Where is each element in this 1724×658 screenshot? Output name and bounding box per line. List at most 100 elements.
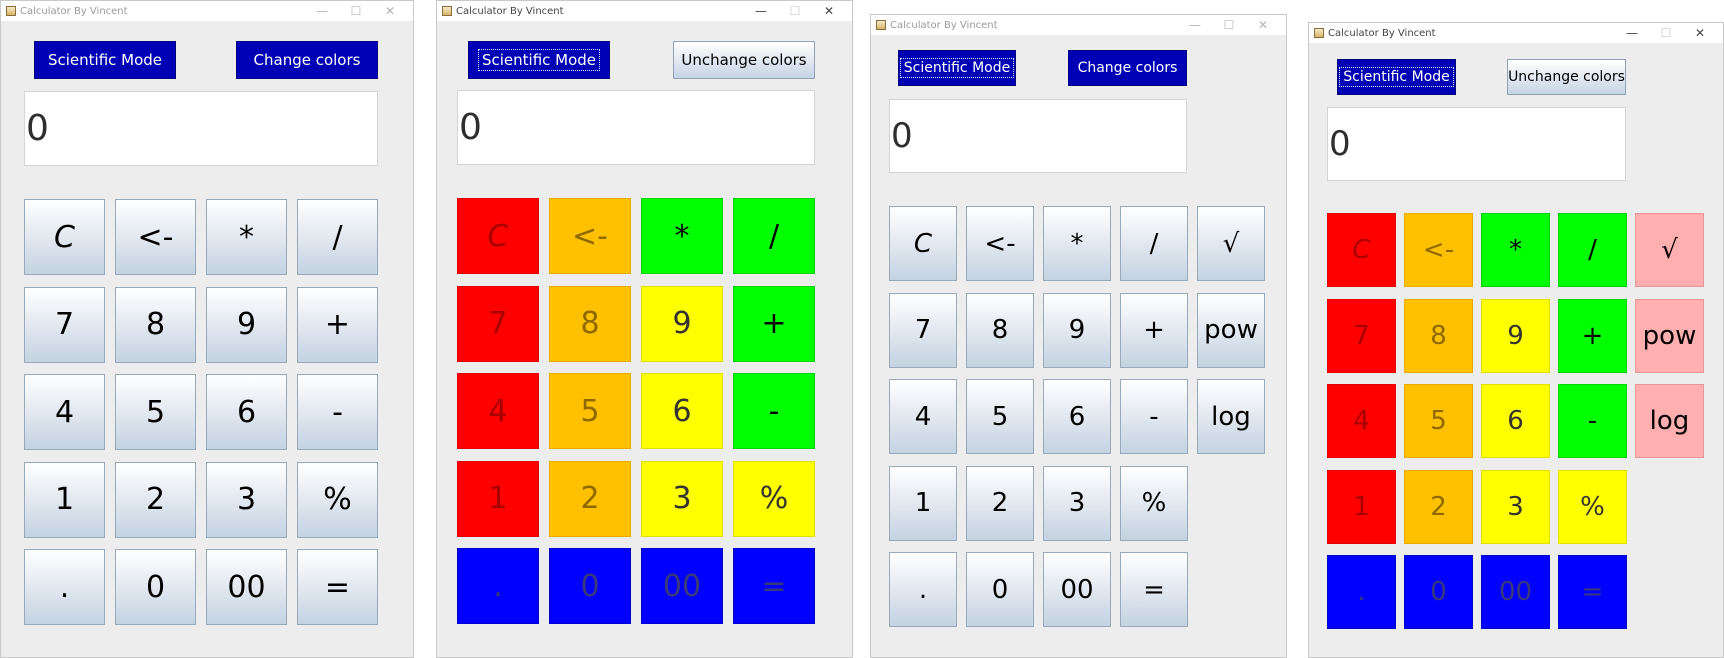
key-6-button[interactable]: 6: [1043, 379, 1111, 454]
display-field[interactable]: 0: [889, 99, 1187, 173]
display-field[interactable]: 0: [24, 91, 378, 166]
maximize-icon[interactable]: ☐: [1649, 26, 1683, 40]
key-divide-button[interactable]: /: [297, 199, 378, 275]
key-sqrt-button[interactable]: √: [1635, 213, 1704, 287]
key-subtract-button[interactable]: -: [733, 373, 815, 449]
maximize-icon[interactable]: ☐: [1212, 18, 1246, 32]
key-4-button[interactable]: 4: [24, 374, 105, 450]
key-divide-button[interactable]: /: [1120, 206, 1188, 281]
key-equals-button[interactable]: =: [1120, 552, 1188, 627]
key-pow-button[interactable]: pow: [1635, 298, 1704, 373]
key-7-button[interactable]: 7: [889, 292, 957, 368]
key-2-button[interactable]: 2: [115, 461, 196, 538]
key-add-button[interactable]: +: [297, 286, 378, 363]
key-4-button[interactable]: 4: [1327, 384, 1396, 458]
key-add-button[interactable]: +: [733, 285, 815, 362]
unchange-colors-button[interactable]: Unchange colors: [673, 41, 815, 79]
display-field[interactable]: 0: [457, 90, 815, 165]
key-9-button[interactable]: 9: [206, 286, 287, 363]
key-percent-button[interactable]: %: [1120, 465, 1188, 541]
key-8-button[interactable]: 8: [966, 292, 1034, 368]
title-bar[interactable]: Calculator By Vincent — ☐ ✕: [1309, 23, 1723, 43]
title-bar[interactable]: Calculator By Vincent — ☐ ✕: [871, 15, 1286, 35]
unchange-colors-button[interactable]: Unchange colors: [1507, 59, 1626, 95]
change-colors-button[interactable]: Change colors: [1068, 50, 1187, 86]
minimize-icon[interactable]: —: [305, 4, 339, 18]
key-1-button[interactable]: 1: [889, 465, 957, 541]
key-multiply-button[interactable]: *: [1043, 206, 1111, 281]
key-4-button[interactable]: 4: [457, 373, 539, 449]
key-double-zero-button[interactable]: 00: [206, 549, 287, 625]
key-5-button[interactable]: 5: [115, 374, 196, 450]
key-clear-button[interactable]: C: [457, 198, 539, 274]
maximize-icon[interactable]: ☐: [778, 4, 812, 18]
key-9-button[interactable]: 9: [1043, 292, 1111, 368]
key-decimal-button[interactable]: .: [457, 548, 539, 624]
key-multiply-button[interactable]: *: [206, 199, 287, 275]
key-add-button[interactable]: +: [1120, 292, 1188, 368]
key-6-button[interactable]: 6: [1481, 384, 1550, 458]
key-divide-button[interactable]: /: [733, 198, 815, 274]
key-clear-button[interactable]: C: [1327, 213, 1396, 287]
key-multiply-button[interactable]: *: [641, 198, 723, 274]
key-pow-button[interactable]: pow: [1197, 292, 1265, 368]
key-double-zero-button[interactable]: 00: [641, 548, 723, 624]
key-backspace-button[interactable]: <-: [115, 199, 196, 275]
key-3-button[interactable]: 3: [1043, 465, 1111, 541]
key-8-button[interactable]: 8: [115, 286, 196, 363]
key-decimal-button[interactable]: .: [889, 552, 957, 627]
key-1-button[interactable]: 1: [24, 461, 105, 538]
key-equals-button[interactable]: =: [1558, 555, 1627, 629]
key-3-button[interactable]: 3: [641, 460, 723, 537]
key-0-button[interactable]: 0: [966, 552, 1034, 627]
key-9-button[interactable]: 9: [1481, 298, 1550, 373]
display-field[interactable]: 0: [1327, 107, 1626, 181]
key-equals-button[interactable]: =: [733, 548, 815, 624]
key-3-button[interactable]: 3: [206, 461, 287, 538]
key-decimal-button[interactable]: .: [1327, 555, 1396, 629]
close-icon[interactable]: ✕: [812, 4, 846, 18]
key-9-button[interactable]: 9: [641, 285, 723, 362]
maximize-icon[interactable]: ☐: [339, 4, 373, 18]
key-equals-button[interactable]: =: [297, 549, 378, 625]
key-decimal-button[interactable]: .: [24, 549, 105, 625]
key-subtract-button[interactable]: -: [297, 374, 378, 450]
scientific-mode-button[interactable]: Scientific Mode: [898, 50, 1016, 86]
key-1-button[interactable]: 1: [1327, 469, 1396, 544]
key-6-button[interactable]: 6: [206, 374, 287, 450]
change-colors-button[interactable]: Change colors: [236, 41, 378, 79]
key-2-button[interactable]: 2: [549, 460, 631, 537]
close-icon[interactable]: ✕: [373, 4, 407, 18]
title-bar[interactable]: Calculator By Vincent — ☐ ✕: [437, 1, 852, 21]
key-0-button[interactable]: 0: [1404, 555, 1473, 629]
title-bar[interactable]: Calculator By Vincent — ☐ ✕: [1, 1, 413, 21]
key-subtract-button[interactable]: -: [1120, 379, 1188, 454]
key-5-button[interactable]: 5: [549, 373, 631, 449]
key-sqrt-button[interactable]: √: [1197, 206, 1265, 281]
key-7-button[interactable]: 7: [457, 285, 539, 362]
key-clear-button[interactable]: C: [889, 206, 957, 281]
scientific-mode-button[interactable]: Scientific Mode: [1337, 59, 1456, 95]
scientific-mode-button[interactable]: Scientific Mode: [34, 41, 176, 79]
key-backspace-button[interactable]: <-: [549, 198, 631, 274]
key-multiply-button[interactable]: *: [1481, 213, 1550, 287]
key-0-button[interactable]: 0: [115, 549, 196, 625]
key-backspace-button[interactable]: <-: [1404, 213, 1473, 287]
key-log-button[interactable]: log: [1197, 379, 1265, 454]
key-percent-button[interactable]: %: [1558, 469, 1627, 544]
key-4-button[interactable]: 4: [889, 379, 957, 454]
key-5-button[interactable]: 5: [966, 379, 1034, 454]
key-1-button[interactable]: 1: [457, 460, 539, 537]
key-percent-button[interactable]: %: [733, 460, 815, 537]
key-subtract-button[interactable]: -: [1558, 384, 1627, 458]
key-3-button[interactable]: 3: [1481, 469, 1550, 544]
key-5-button[interactable]: 5: [1404, 384, 1473, 458]
key-divide-button[interactable]: /: [1558, 213, 1627, 287]
minimize-icon[interactable]: —: [1178, 18, 1212, 32]
key-log-button[interactable]: log: [1635, 384, 1704, 458]
key-add-button[interactable]: +: [1558, 298, 1627, 373]
key-double-zero-button[interactable]: 00: [1481, 555, 1550, 629]
key-8-button[interactable]: 8: [549, 285, 631, 362]
key-percent-button[interactable]: %: [297, 461, 378, 538]
key-2-button[interactable]: 2: [966, 465, 1034, 541]
